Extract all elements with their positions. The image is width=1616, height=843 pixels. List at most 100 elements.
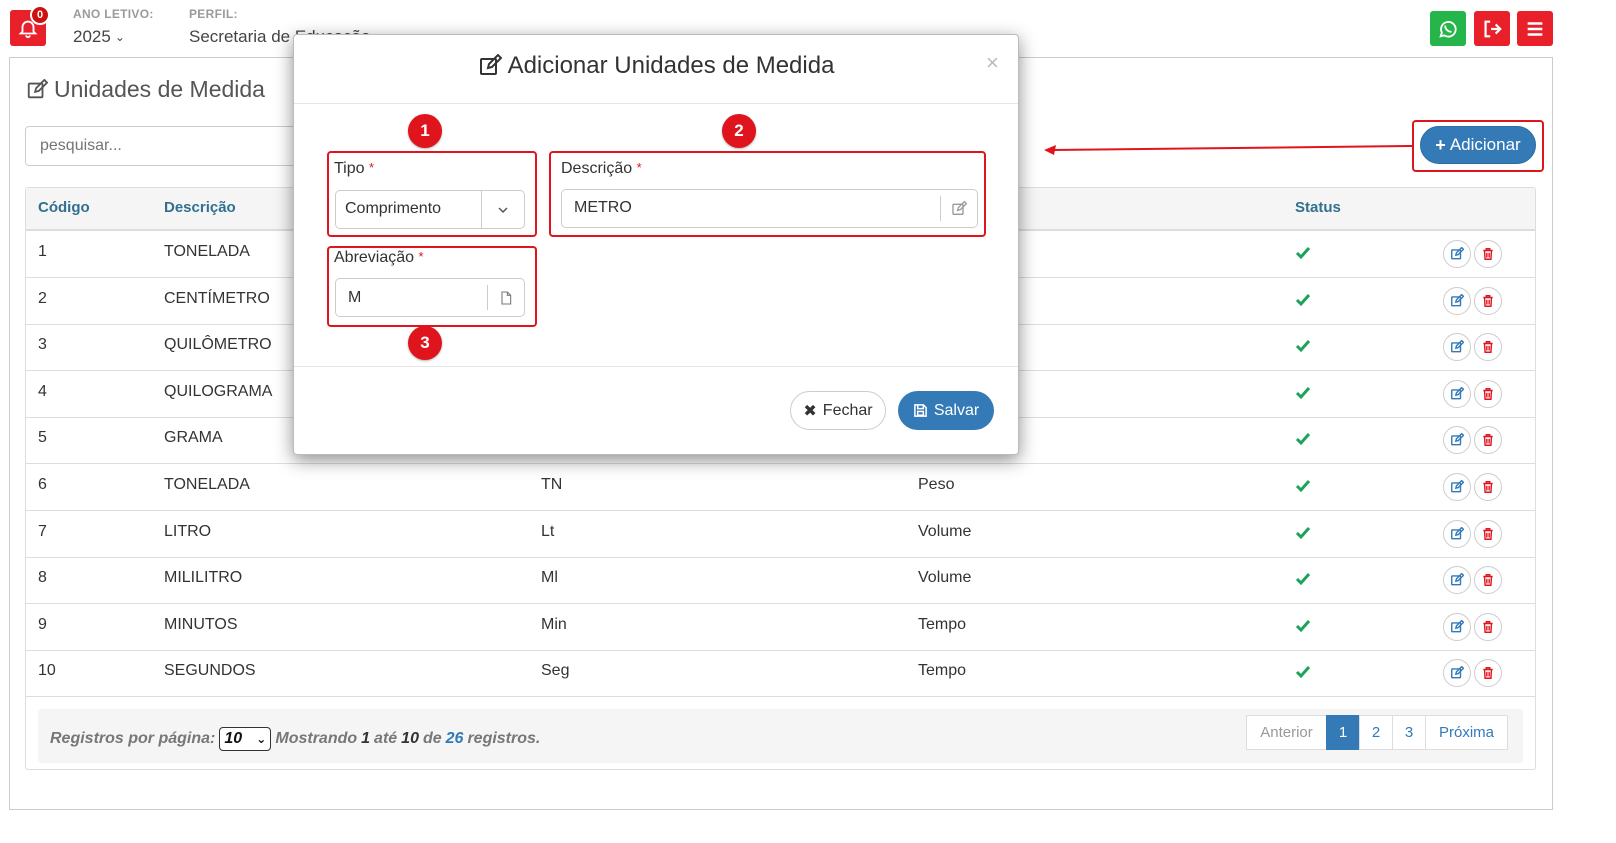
- trash-icon: [1483, 248, 1493, 260]
- edit-icon: [1451, 666, 1464, 679]
- chevron-down-icon: ⌄: [256, 732, 267, 746]
- cell-descricao: QUILÔMETRO: [164, 336, 272, 353]
- cell-descricao: TONELADA: [164, 476, 250, 493]
- edit-row-button[interactable]: [1443, 380, 1471, 408]
- cell-descricao: MINUTOS: [164, 616, 238, 633]
- status-check-icon: [1295, 294, 1311, 307]
- cell-tipo: Volume: [918, 569, 972, 586]
- delete-row-button[interactable]: [1474, 287, 1502, 315]
- whatsapp-button[interactable]: [1430, 11, 1466, 46]
- edit-icon: [1451, 294, 1464, 307]
- close-button[interactable]: ✖ Fechar: [790, 391, 886, 430]
- cell-codigo: 5: [38, 429, 47, 446]
- edit-row-button[interactable]: [1443, 426, 1471, 454]
- trash-icon: [1483, 481, 1493, 493]
- edit-row-button[interactable]: [1443, 659, 1471, 687]
- pagination-next[interactable]: Próxima: [1425, 715, 1508, 750]
- highlight-descricao: [549, 151, 986, 237]
- cell-descricao: LITRO: [164, 523, 212, 540]
- status-check-icon: [1295, 573, 1311, 586]
- floppy-icon: [913, 404, 927, 417]
- highlight-abreviacao: [327, 246, 537, 327]
- edit-icon: [1451, 387, 1464, 400]
- search-input[interactable]: [25, 126, 315, 166]
- cell-tipo: Peso: [918, 476, 955, 493]
- save-button[interactable]: Salvar: [898, 391, 994, 430]
- de-label: de: [422, 730, 442, 747]
- delete-row-button[interactable]: [1474, 520, 1502, 548]
- cell-abreviacao: Min: [541, 616, 567, 633]
- pagination: Anterior 1 2 3 Próxima: [1246, 715, 1508, 750]
- trash-icon: [1483, 574, 1493, 586]
- per-page-select[interactable]: 10 ⌄: [219, 727, 272, 751]
- pagination-page-1[interactable]: 1: [1326, 715, 1360, 750]
- modal-title-text: Adicionar Unidades de Medida: [507, 52, 835, 79]
- status-check-icon: [1295, 620, 1311, 633]
- edit-row-button[interactable]: [1443, 333, 1471, 361]
- modal-header-divider: [294, 103, 1018, 104]
- page-title-text: Unidades de Medida: [54, 76, 265, 102]
- edit-row-button[interactable]: [1443, 613, 1471, 641]
- chevron-down-icon: ⌄: [114, 30, 125, 44]
- cell-tipo: Volume: [918, 523, 972, 540]
- notifications-badge: 0: [30, 5, 50, 25]
- pagination-page-2[interactable]: 2: [1359, 715, 1393, 750]
- edit-icon: [1451, 573, 1464, 586]
- header-status[interactable]: Status: [1295, 199, 1341, 216]
- pagination-page-3[interactable]: 3: [1392, 715, 1426, 750]
- logout-button[interactable]: [1474, 11, 1510, 46]
- cell-abreviacao: Ml: [541, 569, 558, 586]
- edit-row-button[interactable]: [1443, 473, 1471, 501]
- delete-row-button[interactable]: [1474, 566, 1502, 594]
- delete-row-button[interactable]: [1474, 333, 1502, 361]
- edit-row-button[interactable]: [1443, 287, 1471, 315]
- edit-icon: [1451, 527, 1464, 540]
- trash-icon: [1483, 667, 1493, 679]
- delete-row-button[interactable]: [1474, 659, 1502, 687]
- delete-row-button[interactable]: [1474, 380, 1502, 408]
- showing-to: 10: [401, 730, 419, 747]
- cell-abreviacao: Seg: [541, 662, 570, 679]
- menu-button[interactable]: [1517, 11, 1553, 46]
- trash-icon: [1483, 528, 1493, 540]
- edit-row-button[interactable]: [1443, 520, 1471, 548]
- ano-letivo-label: ANO LETIVO:: [73, 7, 154, 21]
- trash-icon: [1483, 388, 1493, 400]
- ate-label: até: [374, 730, 398, 747]
- cell-codigo: 8: [38, 569, 47, 586]
- header-descricao[interactable]: Descrição: [164, 199, 236, 216]
- cell-descricao: MILILITRO: [164, 569, 243, 586]
- cell-descricao: SEGUNDOS: [164, 662, 256, 679]
- per-page-value: 10: [224, 730, 243, 747]
- status-check-icon: [1295, 247, 1311, 260]
- modal-title: Adicionar Unidades de Medida: [293, 52, 1019, 80]
- cell-codigo: 3: [38, 336, 47, 353]
- delete-row-button[interactable]: [1474, 240, 1502, 268]
- edit-row-button[interactable]: [1443, 240, 1471, 268]
- edit-icon: [1451, 433, 1464, 446]
- header-codigo[interactable]: Código: [38, 199, 90, 216]
- edit-row-button[interactable]: [1443, 566, 1471, 594]
- registros-label: registros.: [467, 730, 541, 747]
- cell-abreviacao: Lt: [541, 523, 555, 540]
- edit-icon: [479, 54, 502, 75]
- showing-total: 26: [445, 730, 464, 747]
- pagination-prev[interactable]: Anterior: [1246, 715, 1327, 750]
- edit-icon: [1451, 340, 1464, 353]
- showing-from: 1: [361, 730, 371, 747]
- status-check-icon: [1295, 433, 1311, 446]
- ano-letivo-select[interactable]: 2025 ⌄: [73, 27, 125, 47]
- delete-row-button[interactable]: [1474, 613, 1502, 641]
- modal-close-button[interactable]: ×: [986, 50, 999, 76]
- whatsapp-icon: [1439, 20, 1457, 38]
- cell-codigo: 1: [38, 243, 47, 260]
- annotation-arrow: [1044, 145, 1413, 155]
- delete-row-button[interactable]: [1474, 426, 1502, 454]
- cell-tipo: Tempo: [918, 616, 967, 633]
- highlight-add-button: [1412, 120, 1544, 172]
- status-check-icon: [1295, 527, 1311, 540]
- records-info: Registros por página: 10 ⌄ Mostrando 1 a…: [50, 727, 540, 751]
- hamburger-icon: [1527, 21, 1543, 36]
- modal-footer-divider: [294, 366, 1018, 367]
- delete-row-button[interactable]: [1474, 473, 1502, 501]
